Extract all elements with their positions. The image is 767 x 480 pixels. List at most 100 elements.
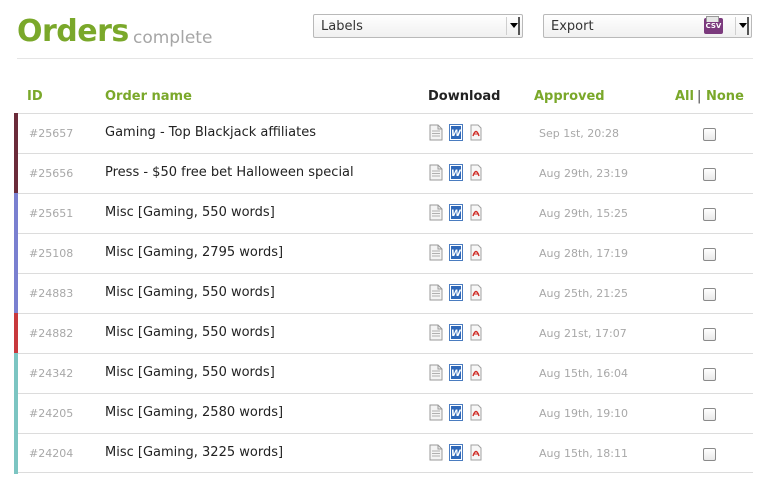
- approved-date: Aug 15th, 16:04: [539, 367, 628, 380]
- text-file-icon[interactable]: [429, 124, 443, 141]
- row-checkbox[interactable]: [703, 408, 716, 421]
- word-doc-icon[interactable]: W: [449, 204, 463, 221]
- word-doc-icon[interactable]: W: [449, 244, 463, 261]
- csv-icon: CSV: [704, 16, 723, 34]
- pdf-file-icon[interactable]: [469, 204, 483, 221]
- column-header-approved[interactable]: Approved: [534, 89, 605, 104]
- table-row[interactable]: #25651 Misc [Gaming, 550 words] W Aug 29th,…: [14, 193, 753, 234]
- order-name[interactable]: Misc [Gaming, 550 words]: [105, 365, 275, 380]
- svg-text:W: W: [451, 289, 462, 299]
- pdf-file-icon[interactable]: [469, 284, 483, 301]
- chevron-down-icon[interactable]: [506, 17, 520, 35]
- order-id[interactable]: #25656: [29, 167, 73, 180]
- table-row[interactable]: #25657 Gaming - Top Blackjack affiliates W…: [14, 113, 753, 154]
- order-id[interactable]: #24882: [29, 327, 73, 340]
- orders-table: #25657 Gaming - Top Blackjack affiliates W…: [14, 113, 753, 474]
- word-doc-icon[interactable]: W: [449, 364, 463, 381]
- download-links: W: [429, 444, 489, 462]
- column-header-download: Download: [428, 89, 501, 104]
- order-id[interactable]: #25651: [29, 207, 73, 220]
- label-color-bar: [14, 153, 18, 194]
- select-separator: |: [697, 89, 702, 104]
- order-name[interactable]: Gaming - Top Blackjack affiliates: [105, 125, 316, 140]
- table-row[interactable]: #24204 Misc [Gaming, 3225 words] W Aug 15th…: [14, 433, 753, 474]
- pdf-file-icon[interactable]: [469, 404, 483, 421]
- download-links: W: [429, 364, 489, 382]
- labels-dropdown[interactable]: Labels: [313, 14, 523, 38]
- export-dropdown[interactable]: Export CSV: [543, 14, 752, 38]
- text-file-icon[interactable]: [429, 164, 443, 181]
- order-id[interactable]: #24205: [29, 407, 73, 420]
- table-row[interactable]: #24882 Misc [Gaming, 550 words] W Aug 21st,…: [14, 313, 753, 354]
- label-color-bar: [14, 393, 18, 434]
- order-name[interactable]: Misc [Gaming, 550 words]: [105, 205, 275, 220]
- page-title: Orders: [17, 14, 129, 49]
- word-doc-icon[interactable]: W: [449, 444, 463, 461]
- text-file-icon[interactable]: [429, 364, 443, 381]
- order-id[interactable]: #24204: [29, 447, 73, 460]
- svg-text:W: W: [451, 169, 462, 179]
- labels-dropdown-value: Labels: [321, 19, 363, 34]
- text-file-icon[interactable]: [429, 324, 443, 341]
- download-links: W: [429, 164, 489, 182]
- order-name[interactable]: Misc [Gaming, 2795 words]: [105, 245, 283, 260]
- text-file-icon[interactable]: [429, 404, 443, 421]
- word-doc-icon[interactable]: W: [449, 324, 463, 341]
- order-name[interactable]: Press - $50 free bet Halloween special: [105, 165, 354, 180]
- column-header-id[interactable]: ID: [27, 89, 43, 104]
- text-file-icon[interactable]: [429, 244, 443, 261]
- approved-date: Aug 29th, 23:19: [539, 167, 628, 180]
- row-checkbox[interactable]: [703, 248, 716, 261]
- order-id[interactable]: #25657: [29, 127, 73, 140]
- word-doc-icon[interactable]: W: [449, 124, 463, 141]
- export-dropdown-value: Export: [551, 19, 594, 34]
- download-links: W: [429, 284, 489, 302]
- order-name[interactable]: Misc [Gaming, 3225 words]: [105, 445, 283, 460]
- pdf-file-icon[interactable]: [469, 364, 483, 381]
- order-id[interactable]: #25108: [29, 247, 73, 260]
- table-row[interactable]: #25656 Press - $50 free bet Halloween spe…: [14, 153, 753, 194]
- pdf-file-icon[interactable]: [469, 124, 483, 141]
- approved-date: Aug 25th, 21:25: [539, 287, 628, 300]
- table-row[interactable]: #24342 Misc [Gaming, 550 words] W Aug 15th,…: [14, 353, 753, 394]
- approved-date: Aug 19th, 19:10: [539, 407, 628, 420]
- select-none-link[interactable]: None: [706, 89, 744, 104]
- word-doc-icon[interactable]: W: [449, 284, 463, 301]
- text-file-icon[interactable]: [429, 284, 443, 301]
- text-file-icon[interactable]: [429, 444, 443, 461]
- word-doc-icon[interactable]: W: [449, 404, 463, 421]
- pdf-file-icon[interactable]: [469, 444, 483, 461]
- row-checkbox[interactable]: [703, 128, 716, 141]
- row-checkbox[interactable]: [703, 368, 716, 381]
- svg-text:W: W: [451, 409, 462, 419]
- row-checkbox[interactable]: [703, 208, 716, 221]
- row-checkbox[interactable]: [703, 288, 716, 301]
- row-checkbox[interactable]: [703, 168, 716, 181]
- order-id[interactable]: #24342: [29, 367, 73, 380]
- order-name[interactable]: Misc [Gaming, 550 words]: [105, 325, 275, 340]
- pdf-file-icon[interactable]: [469, 164, 483, 181]
- svg-text:W: W: [451, 369, 462, 379]
- word-doc-icon[interactable]: W: [449, 164, 463, 181]
- label-color-bar: [14, 113, 18, 154]
- label-color-bar: [14, 193, 18, 234]
- table-row[interactable]: #24883 Misc [Gaming, 550 words] W Aug 25th,…: [14, 273, 753, 314]
- column-header-order-name[interactable]: Order name: [105, 89, 192, 104]
- svg-text:W: W: [451, 249, 462, 259]
- label-color-bar: [14, 313, 18, 354]
- order-name[interactable]: Misc [Gaming, 550 words]: [105, 285, 275, 300]
- row-checkbox[interactable]: [703, 448, 716, 461]
- table-row[interactable]: #24205 Misc [Gaming, 2580 words] W Aug 19th…: [14, 393, 753, 434]
- order-name[interactable]: Misc [Gaming, 2580 words]: [105, 405, 283, 420]
- download-links: W: [429, 324, 489, 342]
- row-checkbox[interactable]: [703, 328, 716, 341]
- select-all-link[interactable]: All: [675, 89, 694, 104]
- text-file-icon[interactable]: [429, 204, 443, 221]
- table-row[interactable]: #25108 Misc [Gaming, 2795 words] W Aug 28th…: [14, 233, 753, 274]
- approved-date: Sep 1st, 20:28: [539, 127, 619, 140]
- order-id[interactable]: #24883: [29, 287, 73, 300]
- page-header: Orders complete Labels Export CSV: [0, 0, 767, 60]
- pdf-file-icon[interactable]: [469, 244, 483, 261]
- chevron-down-icon[interactable]: [735, 17, 749, 35]
- pdf-file-icon[interactable]: [469, 324, 483, 341]
